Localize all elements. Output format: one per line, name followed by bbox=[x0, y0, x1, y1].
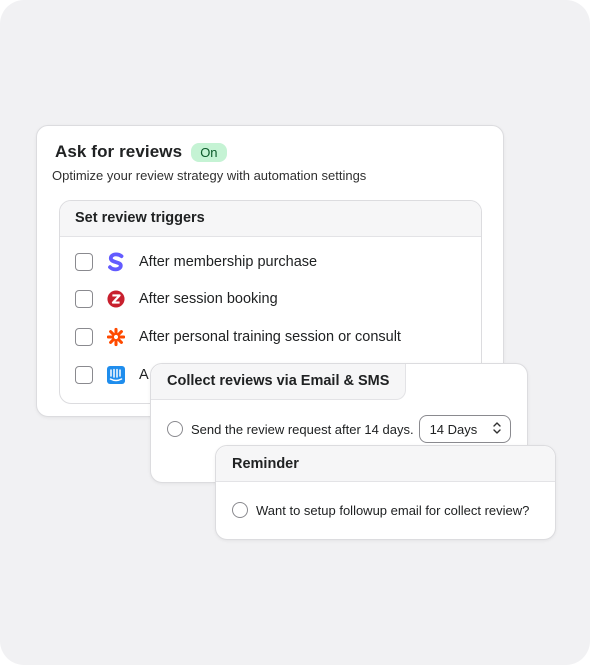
trigger-label: A bbox=[139, 367, 149, 383]
zoom-z-icon bbox=[107, 290, 125, 308]
card-header: Ask for reviews On bbox=[55, 142, 227, 162]
trigger-checkbox[interactable] bbox=[75, 290, 93, 308]
triggers-heading: Set review triggers bbox=[60, 201, 481, 237]
trigger-label: After personal training session or consu… bbox=[139, 329, 401, 345]
trigger-label: After membership purchase bbox=[139, 254, 318, 270]
trigger-row-personal-training[interactable]: After personal training session or consu… bbox=[75, 327, 401, 347]
zapier-asterisk-icon bbox=[107, 327, 125, 347]
reminder-card: Reminder Want to setup followup email fo… bbox=[215, 445, 556, 540]
trigger-row-intercom[interactable]: A bbox=[75, 366, 149, 384]
card-title: Ask for reviews bbox=[55, 142, 183, 161]
reminder-option-radio[interactable] bbox=[232, 502, 248, 518]
trigger-row-membership[interactable]: After membership purchase bbox=[75, 252, 318, 272]
email-sms-title: Collect reviews via Email & SMS bbox=[167, 373, 390, 389]
trigger-label: After session booking bbox=[139, 291, 278, 307]
email-option-row: Send the review request after 14 days. 1… bbox=[167, 415, 511, 443]
card-subtitle: Optimize your review strategy with autom… bbox=[52, 168, 367, 183]
days-select[interactable]: 14 Days bbox=[418, 415, 511, 443]
days-select-value: 14 Days bbox=[429, 421, 478, 437]
select-chevrons-icon bbox=[492, 421, 502, 438]
email-option-label: Send the review request after 14 days. bbox=[191, 421, 414, 437]
trigger-row-session-booking[interactable]: After session booking bbox=[75, 290, 278, 308]
stripe-s-icon bbox=[107, 252, 125, 272]
status-badge: On bbox=[191, 142, 227, 162]
intercom-icon bbox=[107, 366, 125, 384]
trigger-checkbox[interactable] bbox=[75, 366, 93, 384]
trigger-checkbox[interactable] bbox=[75, 253, 93, 271]
reminder-title: Reminder bbox=[216, 446, 555, 482]
trigger-checkbox[interactable] bbox=[75, 328, 93, 346]
email-sms-header: Collect reviews via Email & SMS bbox=[151, 364, 406, 400]
email-option-radio[interactable] bbox=[167, 421, 183, 437]
reminder-option-row: Want to setup followup email for collect… bbox=[232, 502, 529, 518]
reminder-option-label: Want to setup followup email for collect… bbox=[256, 502, 530, 518]
